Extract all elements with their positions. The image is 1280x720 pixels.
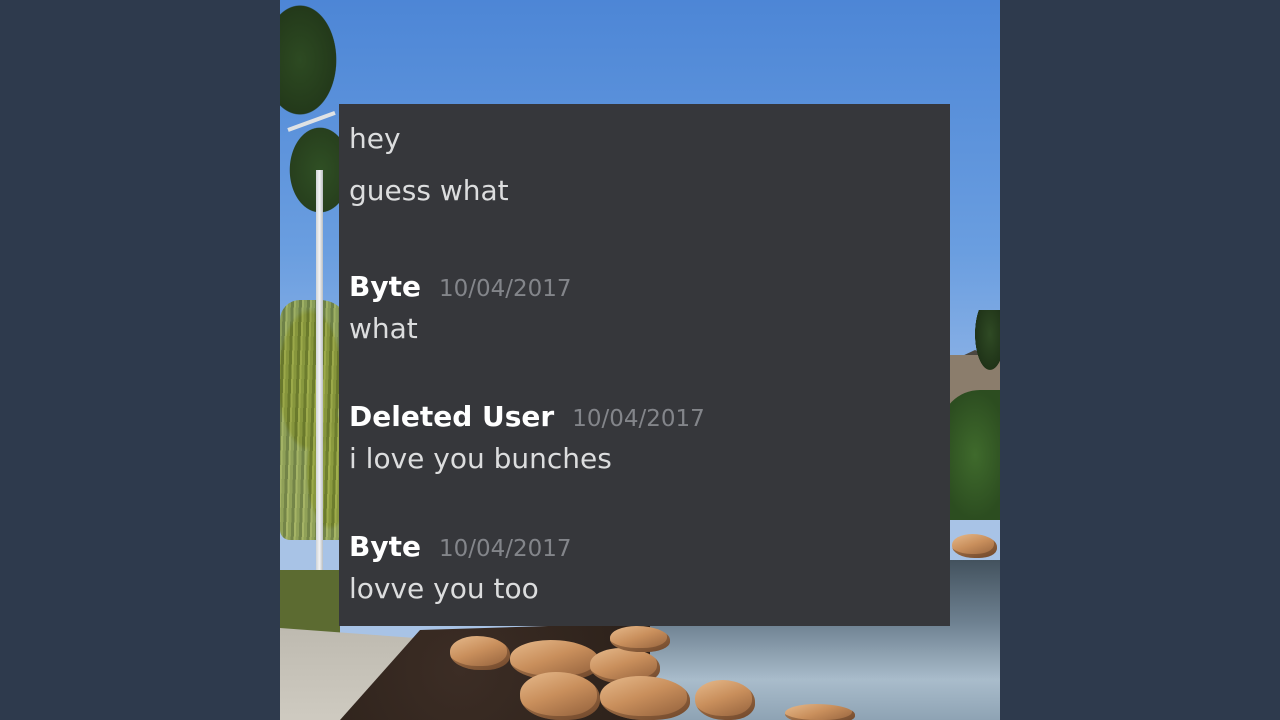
message-header: Deleted User 10/04/2017 (349, 400, 940, 440)
message-group: Byte 10/04/2017 what (349, 270, 940, 348)
palm-tree (975, 310, 1000, 370)
rock (695, 680, 755, 720)
message-text: guess what (349, 174, 509, 207)
author-name[interactable]: Byte (349, 530, 421, 563)
rock (610, 626, 670, 652)
message-group-intro: hey guess what (349, 118, 940, 222)
message-text: hey (349, 122, 401, 155)
rock (450, 636, 510, 670)
message-text: lovve you too (349, 572, 539, 605)
message-group: Byte 10/04/2017 lovve you too (349, 530, 940, 608)
message-group: Deleted User 10/04/2017 i love you bunch… (349, 400, 940, 478)
message-text: what (349, 312, 418, 345)
author-name[interactable]: Deleted User (349, 400, 554, 433)
message-timestamp: 10/04/2017 (572, 406, 705, 432)
rock (600, 676, 690, 720)
video-frame: hey guess what Byte 10/04/2017 what Dele… (0, 0, 1280, 720)
message-timestamp: 10/04/2017 (438, 536, 572, 562)
message-timestamp: 10/04/2017 (438, 276, 572, 302)
message-header: Byte 10/04/2017 (349, 530, 940, 570)
rock (952, 534, 997, 558)
message-header: Byte 10/04/2017 (349, 270, 940, 310)
message-text: i love you bunches (349, 442, 612, 475)
chat-panel: hey guess what Byte 10/04/2017 what Dele… (339, 104, 950, 626)
lamp-post (316, 170, 323, 570)
author-name[interactable]: Byte (349, 270, 421, 303)
